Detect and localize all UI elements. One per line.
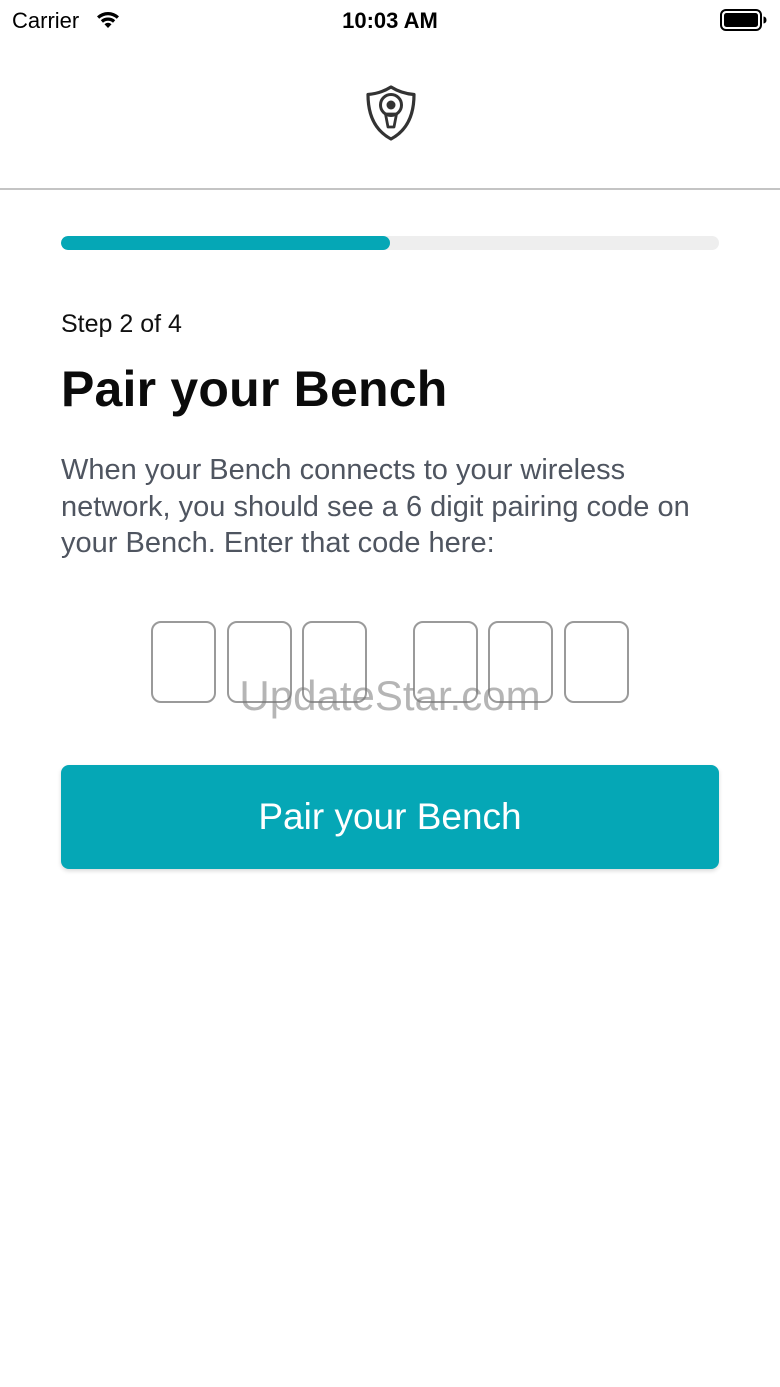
progress-fill: [61, 236, 390, 250]
code-digit-6[interactable]: [564, 621, 629, 703]
code-digit-2[interactable]: [227, 621, 292, 703]
progress-bar: [61, 236, 719, 250]
watermark: UpdateStar.com: [239, 672, 541, 719]
status-bar: Carrier 10:03 AM: [0, 0, 780, 40]
step-label: Step 2 of 4: [61, 310, 182, 338]
page-title: Pair your Bench: [61, 361, 448, 417]
code-digit-4[interactable]: [413, 621, 478, 703]
shield-keyhole-icon: [364, 84, 418, 142]
pair-bench-button[interactable]: Pair your Bench: [61, 765, 719, 869]
nav-header: [0, 40, 780, 190]
pairing-screen: Carrier 10:03 AM Step 2 of 4 Pair your B…: [0, 0, 780, 1387]
status-time: 10:03 AM: [342, 8, 438, 33]
battery-full-icon: [720, 9, 768, 31]
code-digit-3[interactable]: [302, 621, 367, 703]
code-digit-1[interactable]: [151, 621, 216, 703]
instructions-text: When your Bench connects to your wireles…: [61, 454, 690, 559]
code-digit-5[interactable]: [488, 621, 553, 703]
